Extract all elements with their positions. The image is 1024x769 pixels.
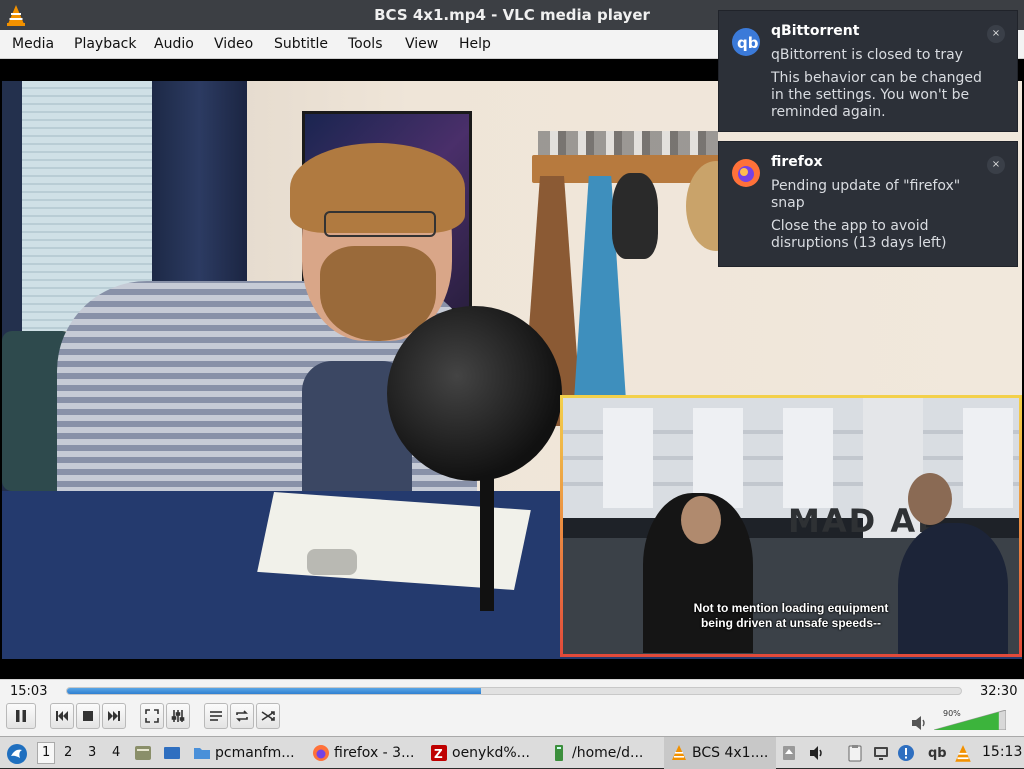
- playlist-button[interactable]: [204, 703, 228, 729]
- subtitle-line-2: being driven at unsafe speeds--: [700, 616, 882, 630]
- menu-playback[interactable]: Playback: [74, 36, 136, 52]
- notification-body: Close the app to avoid disruptions (13 d…: [771, 218, 947, 251]
- notification-qbittorrent[interactable]: qb qBittorrent qBittorrent is closed to …: [718, 10, 1018, 132]
- shelf-figurines: [538, 131, 718, 155]
- subtitle-text: Not to mention loading equipment being d…: [563, 601, 1019, 631]
- update-notifier-icon[interactable]: [897, 744, 915, 762]
- notification-close-button[interactable]: ×: [987, 156, 1005, 174]
- stop-button[interactable]: [76, 703, 100, 729]
- skip-next-icon: [108, 711, 120, 721]
- task-terminal-label: /home/d...: [572, 745, 644, 761]
- task-terminal[interactable]: /home/d...: [550, 737, 643, 769]
- seek-bar[interactable]: [66, 687, 962, 695]
- show-desktop-icon[interactable]: [163, 744, 181, 762]
- total-time: 32:30: [980, 684, 1018, 699]
- fullscreen-icon: [145, 709, 159, 723]
- equalizer-icon: [171, 710, 185, 722]
- start-menu-icon[interactable]: [6, 743, 28, 765]
- menu-tools[interactable]: Tools: [348, 36, 383, 52]
- eraser: [307, 549, 357, 575]
- qbittorrent-icon: qb: [732, 28, 760, 56]
- seek-progress: [67, 688, 481, 694]
- player-controls: 15:03 32:30 90%: [0, 679, 1024, 736]
- removable-drive-icon[interactable]: [780, 744, 798, 762]
- task-vlc[interactable]: BCS 4x1....: [664, 737, 776, 769]
- person-glasses: [324, 211, 436, 237]
- svg-text:Z: Z: [434, 747, 443, 761]
- menu-audio[interactable]: Audio: [154, 36, 194, 52]
- pip-person-left-face: [681, 496, 721, 544]
- workspace-1[interactable]: 1: [37, 742, 56, 764]
- svg-text:qb: qb: [737, 34, 759, 52]
- notification-firefox[interactable]: firefox Pending update of "firefox" snap…: [718, 141, 1018, 267]
- workspace-4[interactable]: 4: [112, 745, 120, 760]
- workspace-2[interactable]: 2: [64, 745, 72, 760]
- menu-help[interactable]: Help: [459, 36, 491, 52]
- taskbar: 1 2 3 4 pcmanfm... firefox - 3... Z oeny…: [0, 736, 1024, 769]
- notification-body: This behavior can be changed in the sett…: [771, 70, 982, 120]
- next-button[interactable]: [102, 703, 126, 729]
- notification-close-button[interactable]: ×: [987, 25, 1005, 43]
- workspace-3[interactable]: 3: [88, 745, 96, 760]
- vlc-icon: [672, 745, 686, 760]
- volume-tray-icon[interactable]: [808, 744, 826, 762]
- menu-media[interactable]: Media: [12, 36, 54, 52]
- extended-settings-button[interactable]: [166, 703, 190, 729]
- pip-person-right: [898, 523, 1008, 654]
- notification-app-name: qBittorrent: [771, 23, 860, 39]
- loop-icon: [236, 710, 248, 722]
- microphone: [387, 306, 562, 481]
- task-filezilla-label: oenykd%...: [452, 745, 530, 761]
- file-manager-launcher-icon[interactable]: [134, 744, 152, 762]
- task-pcmanfm-label: pcmanfm...: [215, 745, 295, 761]
- hanging-cap: [612, 173, 658, 259]
- filezilla-icon: Z: [431, 745, 447, 761]
- mic-stand: [480, 471, 494, 611]
- elapsed-time: 15:03: [10, 684, 48, 699]
- task-firefox-label: firefox - 3...: [334, 745, 415, 761]
- shuffle-icon: [261, 711, 275, 721]
- previous-button[interactable]: [50, 703, 74, 729]
- folder-icon: [194, 748, 210, 759]
- loop-button[interactable]: [230, 703, 254, 729]
- firefox-icon: [313, 745, 329, 761]
- clipboard-icon[interactable]: [846, 744, 864, 762]
- menu-video[interactable]: Video: [214, 36, 253, 52]
- volume-label: 90%: [943, 709, 961, 718]
- task-vlc-label: BCS 4x1....: [692, 745, 769, 761]
- task-pcmanfm[interactable]: pcmanfm...: [193, 737, 295, 769]
- picture-in-picture: MAD AL Not to mention loading equipment …: [560, 395, 1022, 657]
- speaker-icon[interactable]: [911, 715, 929, 731]
- terminal-icon: [555, 745, 563, 761]
- pause-button[interactable]: [6, 703, 36, 729]
- notification-app-name: firefox: [771, 154, 823, 170]
- subtitle-line-1: Not to mention loading equipment: [693, 601, 889, 615]
- pause-icon: [16, 710, 26, 722]
- skip-previous-icon: [56, 711, 68, 721]
- task-firefox[interactable]: firefox - 3...: [312, 737, 414, 769]
- task-filezilla[interactable]: Z oenykd%...: [430, 737, 530, 769]
- qbittorrent-tray-icon[interactable]: qb: [928, 737, 947, 769]
- menu-subtitle[interactable]: Subtitle: [274, 36, 328, 52]
- stop-icon: [83, 711, 93, 721]
- vlc-tray-icon[interactable]: [953, 744, 973, 764]
- notification-summary: qBittorrent is closed to tray: [771, 47, 963, 63]
- menu-view[interactable]: View: [405, 36, 438, 52]
- notification-summary: Pending update of "firefox" snap: [771, 178, 961, 211]
- fullscreen-button[interactable]: [140, 703, 164, 729]
- network-icon[interactable]: [872, 744, 890, 762]
- clock: 15:13: [982, 744, 1023, 760]
- shuffle-button[interactable]: [256, 703, 280, 729]
- pip-person-right-face: [908, 473, 952, 525]
- firefox-icon: [732, 159, 760, 187]
- playlist-icon: [210, 711, 222, 721]
